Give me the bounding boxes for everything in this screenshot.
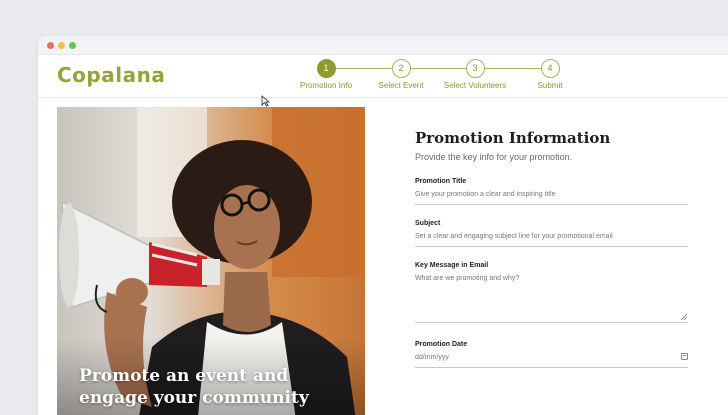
close-window-button[interactable]	[47, 42, 54, 49]
step-number: 2	[391, 59, 411, 78]
mouse-cursor-icon	[261, 95, 270, 107]
promotion-title-input[interactable]: Give your promotion a clear and inspirin…	[415, 191, 688, 205]
field-label: Key Message in Email	[415, 262, 489, 269]
form-subtitle: Provide the key info for your promotion.	[415, 152, 573, 162]
field-label: Promotion Date	[415, 341, 468, 348]
step-number: 3	[465, 59, 485, 78]
date-placeholder: dd/mm/yyy	[415, 354, 449, 361]
progress-stepper: 1 Promotion Info 2 Select Event 3 Select…	[38, 55, 728, 98]
field-label: Promotion Title	[415, 178, 467, 185]
step-submit[interactable]: 4 Submit	[500, 59, 600, 90]
resize-grip-icon[interactable]	[681, 314, 687, 320]
key-message-textarea[interactable]: What are we promoting and why?	[415, 275, 688, 323]
subject-field: Subject Set a clear and engaging subject…	[415, 220, 688, 247]
calendar-icon[interactable]	[681, 353, 688, 360]
textarea-placeholder: What are we promoting and why?	[415, 275, 520, 282]
promotion-date-field: Promotion Date dd/mm/yyy	[415, 341, 688, 368]
step-number: 1	[316, 59, 336, 78]
field-label: Subject	[415, 220, 441, 227]
maximize-window-button[interactable]	[69, 42, 76, 49]
key-message-field: Key Message in Email What are we promoti…	[415, 262, 688, 323]
promotion-date-input[interactable]: dd/mm/yyy	[415, 353, 688, 368]
hero-caption-line: Promote an event and	[79, 366, 289, 386]
step-number: 4	[540, 59, 560, 78]
hero-image: Promote an event and engage your communi…	[57, 107, 365, 415]
form-title: Promotion Information	[415, 129, 611, 147]
promotion-form: Promotion Information Provide the key in…	[415, 129, 688, 368]
promotion-title-field: Promotion Title Give your promotion a cl…	[415, 178, 688, 205]
hero-caption-line: engage your community	[79, 388, 309, 408]
step-label: Submit	[537, 81, 563, 90]
subject-input[interactable]: Set a clear and engaging subject line fo…	[415, 233, 688, 247]
hero-caption: Promote an event and engage your communi…	[79, 365, 349, 409]
minimize-window-button[interactable]	[58, 42, 65, 49]
browser-window: Copalana 1 Promotion Info 2 Select Event…	[38, 36, 728, 415]
window-titlebar	[38, 36, 728, 55]
app-header: Copalana 1 Promotion Info 2 Select Event…	[38, 55, 728, 98]
